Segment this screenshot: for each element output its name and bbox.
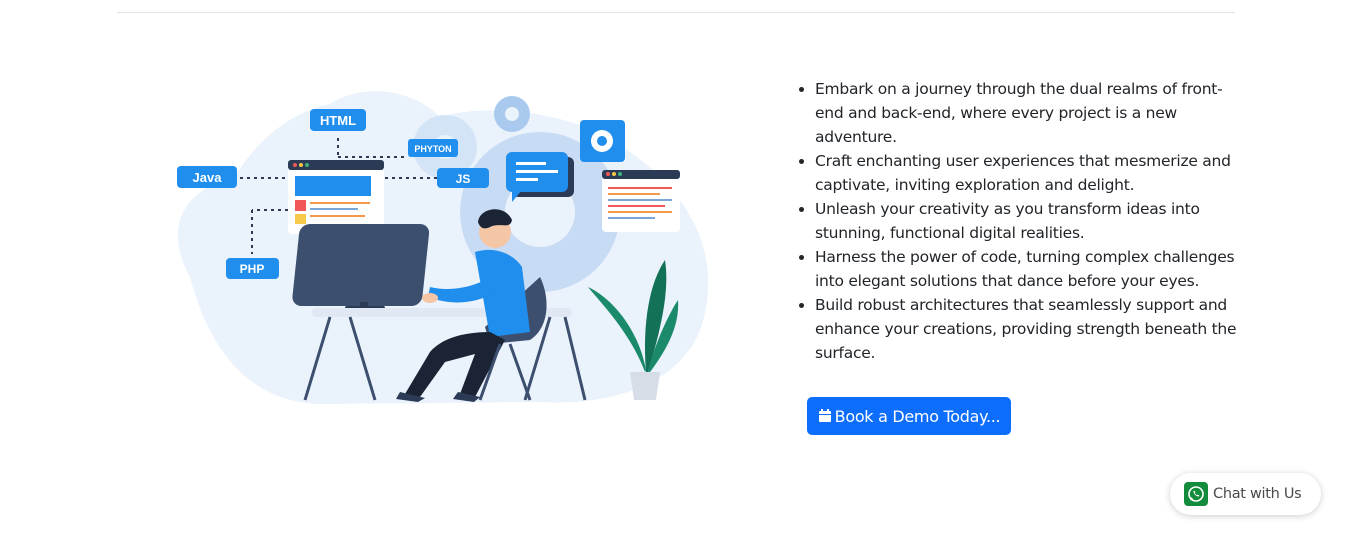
whatsapp-icon: [1184, 482, 1208, 506]
tag-html-label: HTML: [320, 113, 356, 128]
tag-js-label: JS: [456, 172, 471, 186]
gear-small-icon: [494, 96, 530, 132]
tag-html: HTML: [310, 109, 366, 131]
top-divider: [117, 12, 1235, 13]
feature-item: Unleash your creativity as you transform…: [815, 197, 1242, 245]
feature-item: Harness the power of code, turning compl…: [815, 245, 1242, 293]
calendar-icon: [818, 409, 831, 422]
developer-illustration: HTML PHYTON Java JS PHP: [177, 91, 709, 404]
code-window-icon: [602, 170, 680, 232]
chat-widget-button[interactable]: Chat with Us: [1170, 473, 1321, 515]
tag-phyton-label: PHYTON: [414, 144, 451, 154]
book-demo-label: Book a Demo Today...: [834, 406, 1001, 426]
monitor-icon: [292, 224, 430, 316]
tag-js: JS: [437, 168, 489, 188]
settings-icon: [580, 120, 625, 162]
book-demo-button[interactable]: Book a Demo Today...: [807, 397, 1011, 435]
tag-phyton: PHYTON: [408, 139, 458, 157]
chat-bubble-icon: [506, 152, 574, 202]
feature-item: Craft enchanting user experiences that m…: [815, 149, 1242, 197]
feature-item: Build robust architectures that seamless…: [815, 293, 1242, 365]
browser-window-icon: [288, 160, 384, 234]
feature-item: Embark on a journey through the dual rea…: [815, 77, 1242, 149]
feature-list: Embark on a journey through the dual rea…: [797, 77, 1242, 365]
tag-php-label: PHP: [240, 262, 265, 276]
chat-label: Chat with Us: [1213, 486, 1302, 502]
tag-php: PHP: [226, 258, 279, 279]
tag-java-label: Java: [193, 170, 223, 185]
tag-java: Java: [177, 166, 237, 188]
